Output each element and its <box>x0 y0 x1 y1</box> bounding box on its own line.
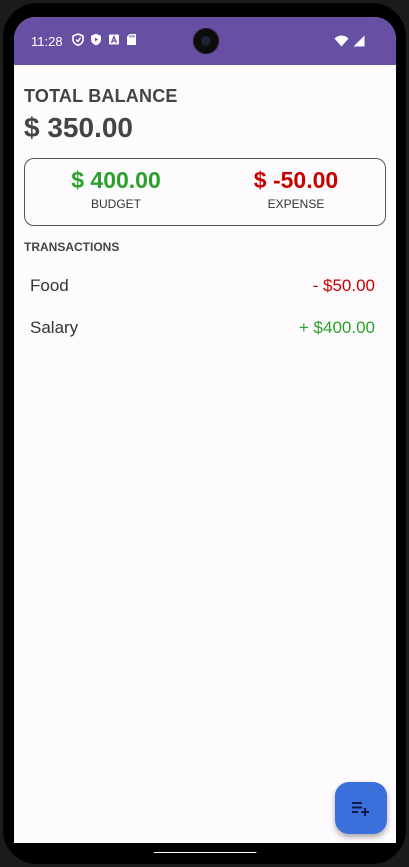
expense-summary: $ -50.00 EXPENSE <box>206 167 386 211</box>
transaction-row[interactable]: Salary + $400.00 <box>30 318 375 342</box>
budget-summary: $ 400.00 BUDGET <box>26 167 206 211</box>
total-balance-label: TOTAL BALANCE <box>24 86 178 106</box>
status-time: 11:28 <box>31 34 63 49</box>
app-screen: 11:28 TOTAL BALANCE $ 350.00 $ 400.00 BU… <box>14 17 396 853</box>
transaction-row[interactable]: Food - $50.00 <box>30 276 375 300</box>
wifi-icon <box>334 35 349 47</box>
transaction-name: Food <box>30 276 69 295</box>
shield-icon <box>72 33 84 46</box>
cellular-icon <box>353 35 365 47</box>
play-protect-icon <box>91 33 101 46</box>
expense-amount: $ -50.00 <box>253 167 339 193</box>
transaction-amount: - $50.00 <box>312 276 375 295</box>
playlist-add-icon <box>352 802 369 816</box>
total-balance-value: $ 350.00 <box>24 112 133 143</box>
home-gesture-handle[interactable] <box>153 852 257 853</box>
status-bar: 11:28 <box>14 17 396 65</box>
budget-amount: $ 400.00 <box>71 167 161 193</box>
sd-card-icon <box>127 34 136 45</box>
status-system-icons <box>334 35 365 47</box>
status-notification-icons <box>72 33 137 46</box>
transaction-name: Salary <box>30 318 79 337</box>
transactions-header: TRANSACTIONS <box>24 240 120 254</box>
transaction-amount: + $400.00 <box>298 318 375 337</box>
budget-label: BUDGET <box>90 197 141 211</box>
device-frame: 11:28 TOTAL BALANCE $ 350.00 $ 400.00 BU… <box>3 3 406 864</box>
add-transaction-fab[interactable] <box>335 782 387 834</box>
front-camera <box>193 28 219 54</box>
summary-card: $ 400.00 BUDGET $ -50.00 EXPENSE <box>24 158 386 226</box>
font-a-icon <box>109 34 119 45</box>
expense-label: EXPENSE <box>267 197 325 211</box>
